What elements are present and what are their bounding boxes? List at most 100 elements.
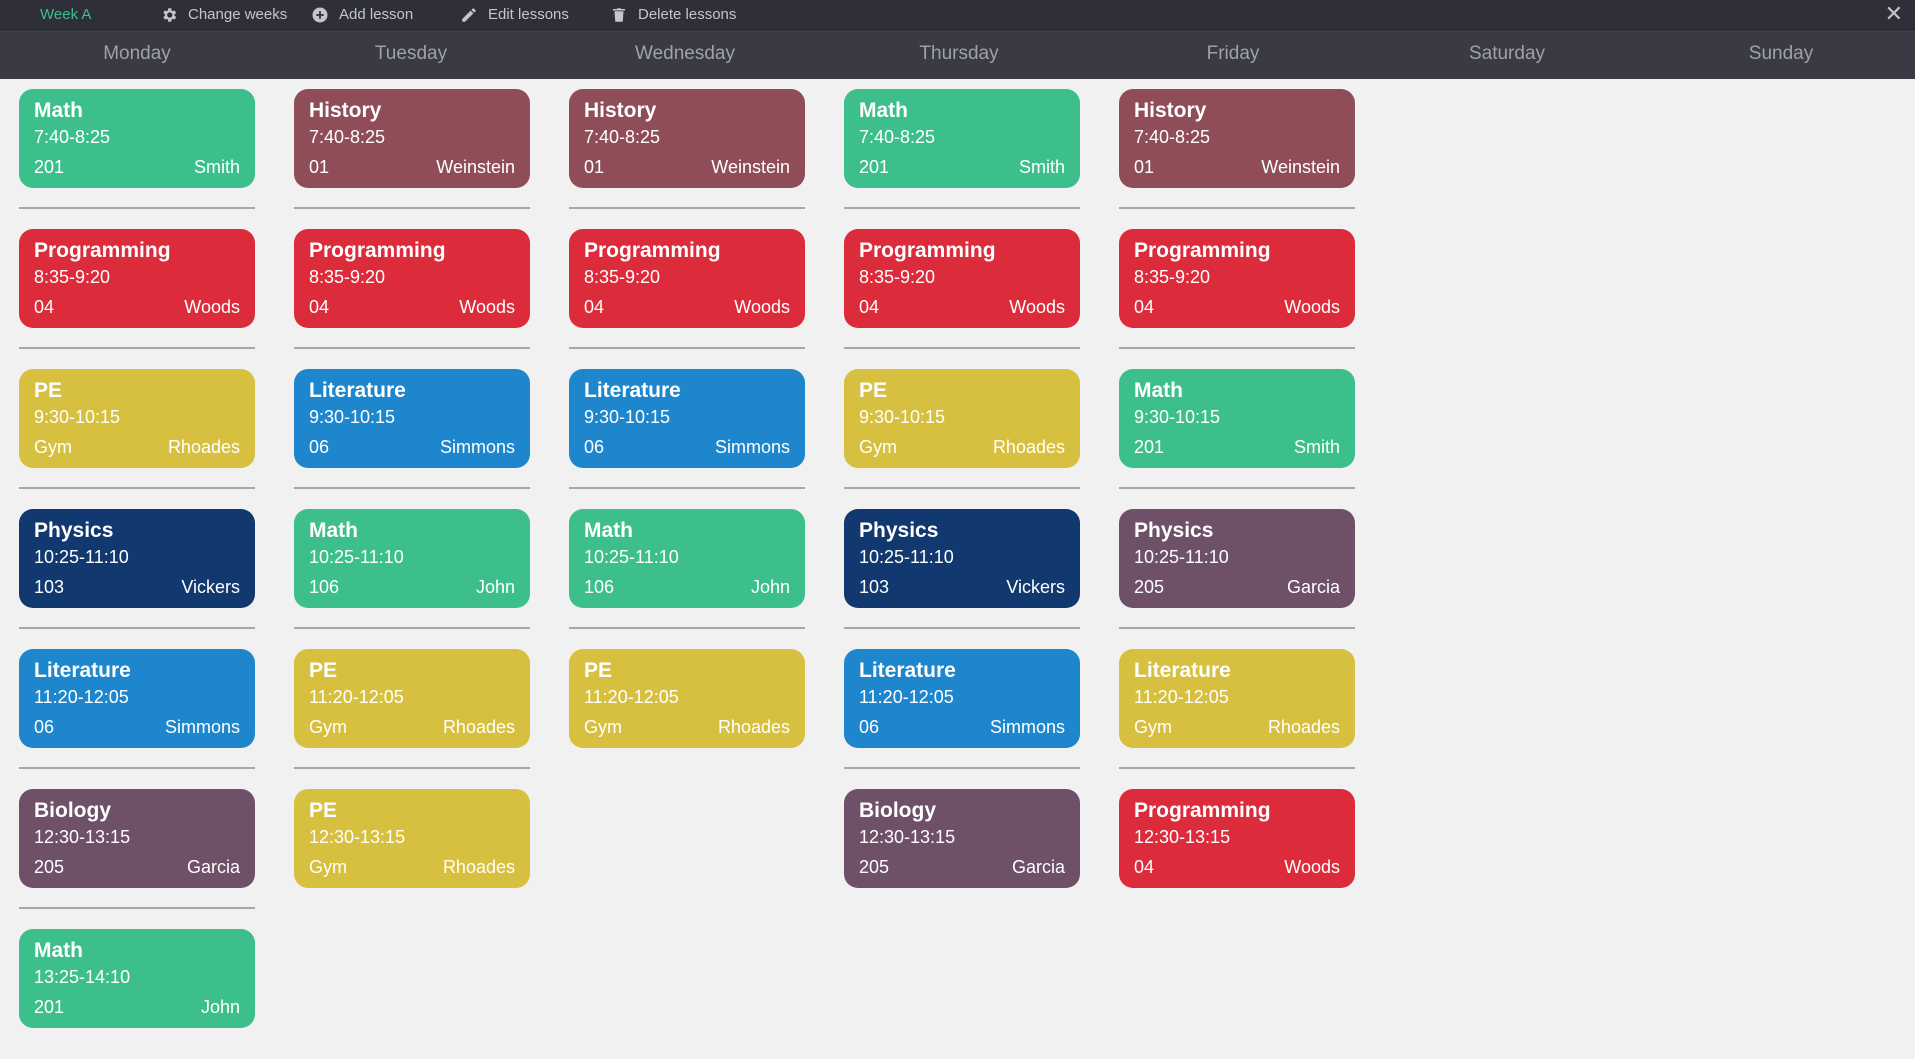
lesson-card[interactable]: Math 7:40-8:25 201 Smith bbox=[844, 89, 1080, 188]
lesson-card[interactable]: Physics 10:25-11:10 103 Vickers bbox=[19, 509, 255, 608]
lesson-card[interactable]: Programming 12:30-13:15 04 Woods bbox=[1119, 789, 1355, 888]
lesson-card[interactable]: Math 10:25-11:10 106 John bbox=[569, 509, 805, 608]
lesson-teacher: Weinstein bbox=[1261, 157, 1340, 177]
lesson-time: 11:20-12:05 bbox=[859, 687, 954, 707]
lesson-card[interactable]: Literature 11:20-12:05 06 Simmons bbox=[19, 649, 255, 748]
slot-divider bbox=[294, 627, 530, 629]
lesson-teacher: John bbox=[475, 577, 515, 597]
lesson-teacher: Garcia bbox=[1011, 857, 1065, 877]
lesson-slot: PE 11:20-12:05 Gym Rhoades bbox=[294, 639, 530, 779]
lesson-card[interactable]: PE 12:30-13:15 Gym Rhoades bbox=[294, 789, 530, 888]
lesson-subject: Biology bbox=[34, 799, 111, 822]
lesson-subject: Programming bbox=[859, 239, 996, 262]
lesson-time: 12:30-13:15 bbox=[34, 827, 131, 847]
lesson-card[interactable]: Biology 12:30-13:15 205 Garcia bbox=[19, 789, 255, 888]
lesson-time: 8:35-9:20 bbox=[584, 267, 661, 287]
day-header-tuesday: Tuesday bbox=[374, 43, 448, 64]
lesson-time: 8:35-9:20 bbox=[309, 267, 386, 287]
lesson-subject: History bbox=[309, 99, 382, 122]
delete-lessons-label: Delete lessons bbox=[638, 5, 737, 23]
lesson-slot: Literature 9:30-10:15 06 Simmons bbox=[569, 359, 805, 499]
lesson-room: 205 bbox=[34, 857, 65, 877]
lesson-time: 11:20-12:05 bbox=[34, 687, 129, 707]
lesson-room: Gym bbox=[309, 857, 347, 877]
lesson-card[interactable]: Programming 8:35-9:20 04 Woods bbox=[844, 229, 1080, 328]
lesson-teacher: Rhoades bbox=[167, 437, 240, 457]
lesson-teacher: Rhoades bbox=[1267, 717, 1340, 737]
lesson-subject: History bbox=[584, 99, 657, 122]
lesson-slot: Math 9:30-10:15 201 Smith bbox=[1119, 359, 1355, 499]
week-selector[interactable]: Week A bbox=[40, 0, 91, 29]
edit-lessons-label: Edit lessons bbox=[488, 5, 569, 23]
lesson-card[interactable]: Literature 11:20-12:05 06 Simmons bbox=[844, 649, 1080, 748]
slot-divider bbox=[294, 487, 530, 489]
lesson-room: 01 bbox=[309, 157, 330, 177]
lesson-card[interactable]: Programming 8:35-9:20 04 Woods bbox=[294, 229, 530, 328]
lesson-card[interactable]: Physics 10:25-11:10 205 Garcia bbox=[1119, 509, 1355, 608]
lesson-card[interactable]: Math 9:30-10:15 201 Smith bbox=[1119, 369, 1355, 468]
lesson-slot: PE 11:20-12:05 Gym Rhoades bbox=[569, 639, 805, 779]
lesson-slot: Math 10:25-11:10 106 John bbox=[569, 499, 805, 639]
lesson-subject: Math bbox=[859, 99, 908, 122]
lesson-slot: Programming 8:35-9:20 04 Woods bbox=[294, 219, 530, 359]
lesson-room: 01 bbox=[1134, 157, 1155, 177]
lesson-slot: Math 10:25-11:10 106 John bbox=[294, 499, 530, 639]
lesson-card[interactable]: History 7:40-8:25 01 Weinstein bbox=[294, 89, 530, 188]
change-weeks-button[interactable]: Change weeks bbox=[160, 0, 287, 29]
lesson-teacher: Garcia bbox=[186, 857, 240, 877]
lesson-card[interactable]: Programming 8:35-9:20 04 Woods bbox=[569, 229, 805, 328]
lesson-slot: Literature 11:20-12:05 06 Simmons bbox=[844, 639, 1080, 779]
slot-divider bbox=[844, 627, 1080, 629]
lesson-card[interactable]: History 7:40-8:25 01 Weinstein bbox=[1119, 89, 1355, 188]
lesson-subject: History bbox=[1134, 99, 1207, 122]
top-toolbar: Week A Change weeks Add lesson Edit less… bbox=[0, 0, 1915, 29]
day-header-saturday: Saturday bbox=[1468, 43, 1546, 64]
slot-divider bbox=[844, 487, 1080, 489]
gear-icon bbox=[163, 7, 177, 22]
lesson-room: 06 bbox=[34, 717, 55, 737]
lesson-subject: PE bbox=[584, 659, 613, 682]
lesson-card[interactable]: Math 10:25-11:10 106 John bbox=[294, 509, 530, 608]
edit-lessons-button[interactable]: Edit lessons bbox=[460, 0, 569, 29]
slot-divider bbox=[844, 767, 1080, 769]
lesson-slot: Math 13:25-14:10 201 John bbox=[19, 919, 255, 1059]
lesson-time: 12:30-13:15 bbox=[859, 827, 956, 847]
lesson-slot: Programming 12:30-13:15 04 Woods bbox=[1119, 779, 1355, 919]
lesson-teacher: Woods bbox=[1284, 297, 1340, 317]
lesson-room: Gym bbox=[309, 717, 347, 737]
lesson-card[interactable]: PE 9:30-10:15 Gym Rhoades bbox=[844, 369, 1080, 468]
trash-icon bbox=[613, 7, 625, 22]
lesson-card[interactable]: Literature 11:20-12:05 Gym Rhoades bbox=[1119, 649, 1355, 748]
delete-lessons-button[interactable]: Delete lessons bbox=[610, 0, 736, 29]
lesson-card[interactable]: PE 9:30-10:15 Gym Rhoades bbox=[19, 369, 255, 468]
lesson-teacher: Woods bbox=[1284, 857, 1340, 877]
slot-divider bbox=[19, 347, 255, 349]
lesson-card[interactable]: PE 11:20-12:05 Gym Rhoades bbox=[294, 649, 530, 748]
lesson-room: 04 bbox=[1134, 857, 1155, 877]
slot-divider bbox=[19, 627, 255, 629]
lesson-subject: Physics bbox=[859, 519, 939, 542]
lesson-card[interactable]: Programming 8:35-9:20 04 Woods bbox=[19, 229, 255, 328]
lesson-card[interactable]: Biology 12:30-13:15 205 Garcia bbox=[844, 789, 1080, 888]
lesson-card[interactable]: History 7:40-8:25 01 Weinstein bbox=[569, 89, 805, 188]
lesson-card[interactable]: Physics 10:25-11:10 103 Vickers bbox=[844, 509, 1080, 608]
lesson-room: 205 bbox=[1134, 577, 1165, 597]
lesson-card[interactable]: Math 7:40-8:25 201 Smith bbox=[19, 89, 255, 188]
lesson-card[interactable]: Literature 9:30-10:15 06 Simmons bbox=[294, 369, 530, 468]
lesson-card[interactable]: Programming 8:35-9:20 04 Woods bbox=[1119, 229, 1355, 328]
lesson-room: 103 bbox=[34, 577, 65, 597]
lesson-card[interactable]: Literature 9:30-10:15 06 Simmons bbox=[569, 369, 805, 468]
close-icon[interactable]: ✕ bbox=[1885, 0, 1903, 29]
lesson-room: 103 bbox=[859, 577, 890, 597]
lesson-slot: PE 9:30-10:15 Gym Rhoades bbox=[19, 359, 255, 499]
lesson-slot: History 7:40-8:25 01 Weinstein bbox=[569, 79, 805, 219]
lesson-slot: Programming 8:35-9:20 04 Woods bbox=[19, 219, 255, 359]
lesson-card[interactable]: Math 13:25-14:10 201 John bbox=[19, 929, 255, 1028]
add-lesson-button[interactable]: Add lesson bbox=[311, 0, 413, 29]
lesson-room: 06 bbox=[309, 437, 330, 457]
lesson-teacher: Rhoades bbox=[442, 717, 515, 737]
lesson-slot: Physics 10:25-11:10 103 Vickers bbox=[19, 499, 255, 639]
lesson-time: 9:30-10:15 bbox=[1134, 407, 1221, 427]
lesson-card[interactable]: PE 11:20-12:05 Gym Rhoades bbox=[569, 649, 805, 748]
lesson-time: 7:40-8:25 bbox=[1134, 127, 1211, 147]
